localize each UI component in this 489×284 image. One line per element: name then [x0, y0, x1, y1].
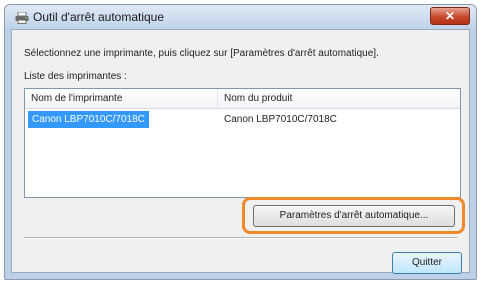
product-name-cell[interactable]: Canon LBP7010C/7018C — [224, 111, 337, 128]
printer-list[interactable]: Nom de l'imprimante Nom du produit Canon… — [24, 88, 461, 198]
title-bar[interactable]: Outil d'arrêt automatique ✕ — [5, 5, 476, 29]
printer-list-label: Liste des imprimantes : — [24, 71, 127, 82]
dialog-content: Sélectionnez une imprimante, puis clique… — [11, 29, 470, 274]
separator — [24, 237, 457, 239]
close-button[interactable]: ✕ — [430, 7, 470, 25]
column-header-product-name[interactable]: Nom du produit — [218, 89, 460, 109]
instruction-text: Sélectionnez une imprimante, puis clique… — [24, 48, 379, 59]
column-header-printer-name[interactable]: Nom de l'imprimante — [25, 89, 218, 109]
quit-button[interactable]: Quitter — [392, 252, 462, 274]
printer-row[interactable]: Canon LBP7010C/7018C Canon LBP7010C/7018… — [25, 111, 460, 128]
printer-name-cell[interactable]: Canon LBP7010C/7018C — [28, 111, 149, 128]
dialog-window: Outil d'arrêt automatique ✕ Sélectionnez… — [4, 4, 477, 280]
close-icon: ✕ — [444, 9, 456, 23]
window-title: Outil d'arrêt automatique — [33, 10, 165, 24]
auto-shutdown-settings-button[interactable]: Paramètres d'arrêt automatique... — [253, 205, 455, 227]
printer-icon — [15, 11, 29, 24]
